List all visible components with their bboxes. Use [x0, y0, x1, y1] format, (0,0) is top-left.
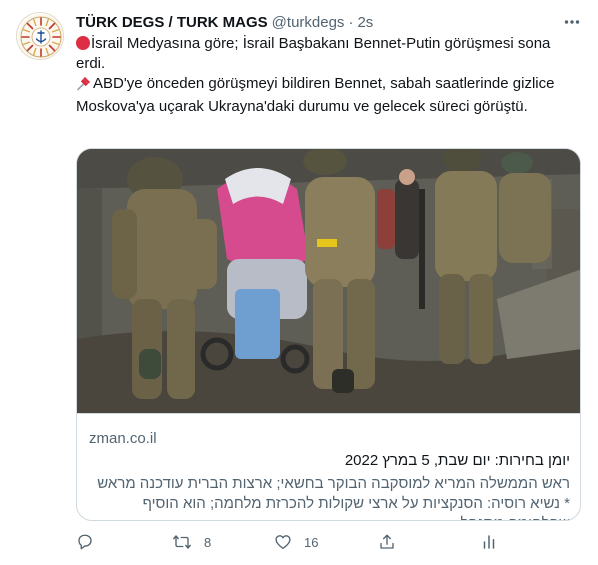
tweet-header: TÜRK DEGS / TURK MAGS @turkdegs · 2s [76, 12, 373, 32]
card-description: ראש הממשלה המריא למוסקבה הבוקר בחשאי; אר… [97, 475, 570, 520]
tweet-actions: 8 16 [76, 531, 581, 553]
tweet-paragraph-1: İsrail Medyasına göre; İsrail Başbakanı … [76, 34, 576, 74]
link-card[interactable]: zman.co.il יומן בחירות: יום שבת, 5 במרץ … [76, 148, 581, 521]
paragraph-2-text: ABD'ye önceden görüşmeyi bildiren Bennet… [76, 75, 555, 115]
share-button[interactable] [378, 531, 396, 553]
retweet-icon [172, 533, 192, 551]
reply-icon [76, 533, 94, 551]
soldier-center [303, 149, 375, 393]
tweet-text: İsrail Medyasına göre; İsrail Başbakanı … [76, 34, 576, 117]
tweet-timestamp[interactable]: 2s [357, 14, 373, 31]
author-name[interactable]: TÜRK DEGS / TURK MAGS [76, 14, 268, 31]
tweet-paragraph-2: ABD'ye önceden görüşmeyi bildiren Bennet… [76, 74, 576, 117]
card-photo[interactable] [77, 149, 580, 413]
author-handle[interactable]: @turkdegs [272, 14, 345, 31]
paragraph-1-text: İsrail Medyasına göre; İsrail Başbakanı … [76, 35, 551, 72]
pushpin-icon [76, 75, 92, 97]
more-options-icon[interactable] [562, 12, 582, 32]
share-icon [378, 533, 396, 551]
red-circle-icon [76, 36, 90, 50]
like-button[interactable]: 16 [274, 531, 318, 553]
card-domain: zman.co.il [89, 430, 157, 447]
card-meta[interactable]: zman.co.il יומן בחירות: יום שבת, 5 במרץ … [77, 413, 580, 520]
tweet[interactable]: TÜRK DEGS / TURK MAGS @turkdegs · 2s İsr… [0, 0, 598, 565]
reply-button[interactable] [76, 531, 94, 553]
analytics-button[interactable] [480, 531, 498, 553]
like-icon [274, 533, 292, 551]
card-title: יומן בחירות: יום שבת, 5 במרץ 2022 [344, 452, 570, 469]
avatar[interactable] [16, 12, 64, 60]
like-count: 16 [304, 534, 319, 550]
separator-dot: · [348, 13, 354, 31]
retweet-count: 8 [204, 534, 212, 550]
analytics-icon [480, 533, 498, 551]
retweet-button[interactable]: 8 [172, 531, 211, 553]
